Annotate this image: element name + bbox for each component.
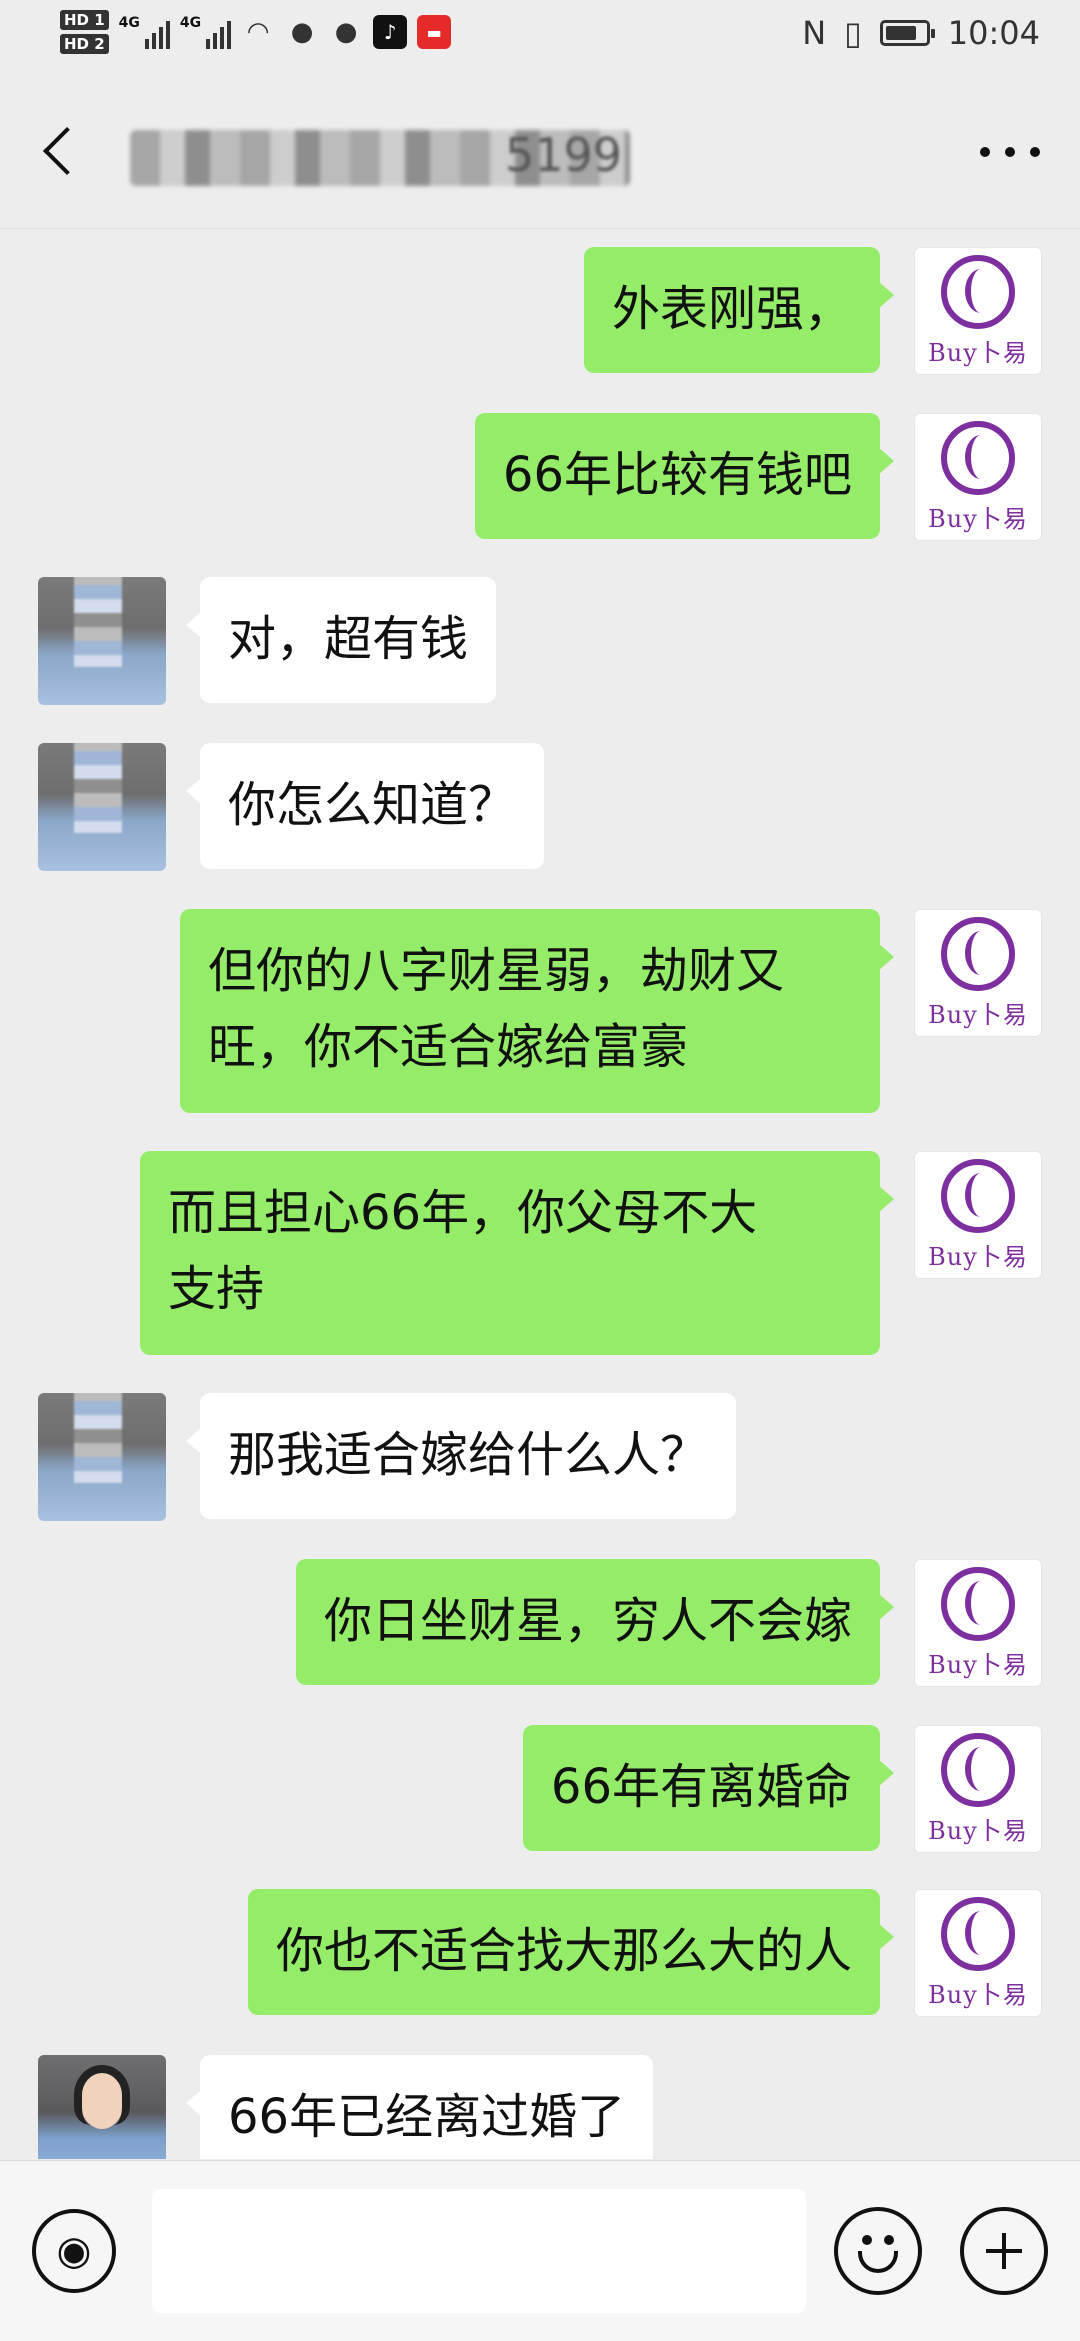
wechat-icon: ●: [290, 17, 314, 47]
user-avatar[interactable]: [38, 1393, 166, 1521]
more-dots-icon[interactable]: [980, 142, 1040, 162]
message-bubble[interactable]: 66年已经离过婚了: [185, 2055, 654, 2159]
brand-avatar[interactable]: Buy卜易: [914, 1151, 1042, 1279]
user-avatar[interactable]: [38, 743, 166, 871]
user-avatar[interactable]: [38, 577, 166, 705]
wifi-icon: ◠: [246, 17, 270, 47]
message-bubble[interactable]: 你日坐财星，穷人不会嫁: [295, 1559, 895, 1685]
back-arrow-icon[interactable]: [40, 122, 84, 182]
plus-icon[interactable]: [960, 2207, 1048, 2295]
emoji-icon[interactable]: [834, 2207, 922, 2295]
voice-icon[interactable]: ◉: [32, 2209, 116, 2293]
brand-avatar[interactable]: Buy卜易: [914, 413, 1042, 541]
hd-indicator: HD 1 HD 2: [60, 10, 109, 54]
brand-avatar[interactable]: Buy卜易: [914, 1725, 1042, 1853]
chat-header: 5199: [0, 72, 1080, 229]
battery-icon: [879, 20, 935, 46]
status-bar: HD 1 HD 2 4G 4G ◠ ● ● ♪ ▬ N ▯ 10:04: [0, 0, 1080, 72]
app-notification-icon: ▬: [417, 15, 452, 49]
message-bubble[interactable]: 66年比较有钱吧: [474, 413, 895, 539]
message-bubble[interactable]: 外表刚强，: [583, 247, 895, 373]
input-bar: ◉: [0, 2160, 1080, 2341]
message-bubble[interactable]: 而且担心66年，你父母不大 支持: [140, 1151, 894, 1355]
chat-title-fragment: 5199: [505, 128, 623, 182]
message-list[interactable]: Buy卜易 外表刚强， Buy卜易 66年比较有钱吧 对，超有钱 你怎么知道？ …: [0, 229, 1080, 2159]
message-bubble[interactable]: 那我适合嫁给什么人？: [185, 1393, 737, 1519]
message-bubble[interactable]: 你也不适合找大那么大的人: [247, 1889, 895, 2015]
message-icon: ●: [334, 17, 358, 47]
message-bubble[interactable]: 对，超有钱: [185, 577, 497, 703]
brand-avatar[interactable]: Buy卜易: [914, 909, 1042, 1037]
signal-2-icon: 4G: [180, 15, 232, 49]
hd1-badge: HD 1: [60, 10, 109, 30]
brand-avatar[interactable]: Buy卜易: [914, 1889, 1042, 2017]
brand-avatar[interactable]: Buy卜易: [914, 247, 1042, 375]
message-bubble[interactable]: 你怎么知道？: [185, 743, 545, 869]
message-bubble[interactable]: 66年有离婚命: [522, 1725, 895, 1851]
nfc-icon: N: [802, 14, 827, 52]
hd2-badge: HD 2: [60, 34, 109, 54]
brand-avatar[interactable]: Buy卜易: [914, 1559, 1042, 1687]
message-bubble[interactable]: 但你的八字财星弱，劫财又 旺，你不适合嫁给富豪: [180, 909, 894, 1113]
message-input[interactable]: [152, 2189, 806, 2313]
vibrate-icon: ▯: [844, 14, 862, 52]
clock: 10:04: [947, 14, 1040, 52]
signal-1-icon: 4G: [119, 15, 170, 49]
tiktok-icon: ♪: [373, 15, 408, 49]
user-avatar[interactable]: [38, 2055, 166, 2159]
